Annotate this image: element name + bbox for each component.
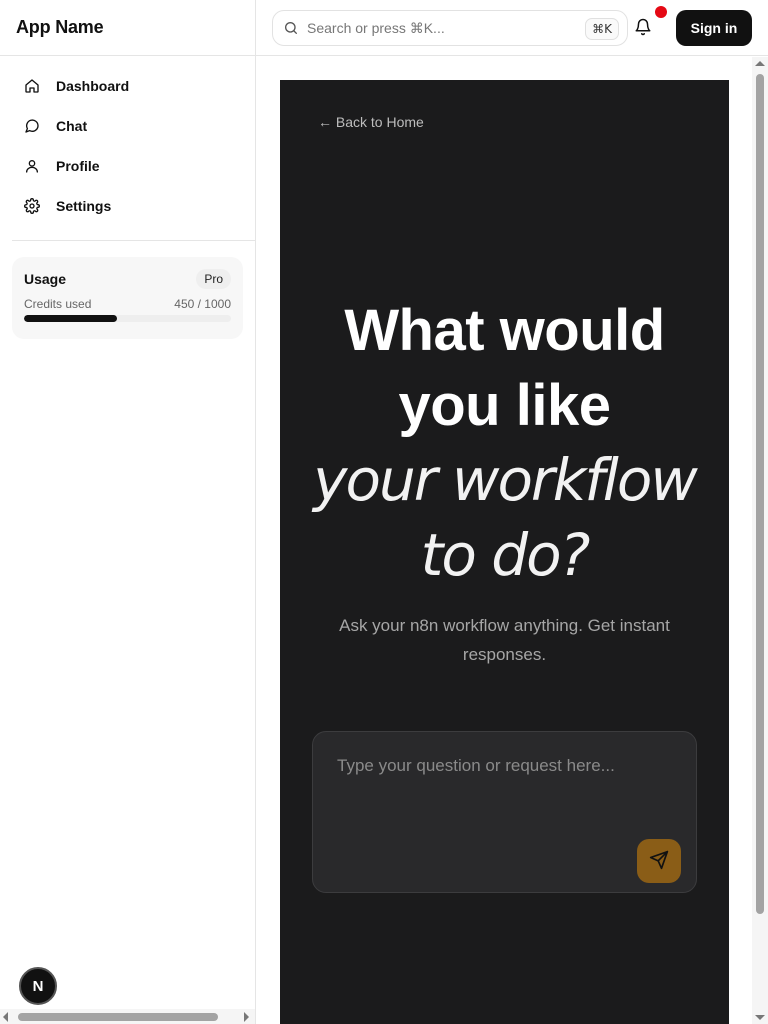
search-input[interactable]	[307, 20, 567, 36]
scroll-up-icon[interactable]	[755, 61, 765, 66]
subtitle: Ask your n8n workflow anything. Get inst…	[339, 616, 670, 664]
usage-card: Usage Pro Credits used 450 / 1000	[12, 257, 243, 339]
send-button[interactable]	[637, 839, 681, 883]
headline-line: What would	[344, 298, 665, 363]
scrollbar-thumb[interactable]	[756, 74, 764, 914]
usage-progress-bar	[24, 315, 231, 322]
headline-line: you like	[398, 373, 611, 438]
chat-input-box	[312, 731, 697, 893]
main-content: ← Back to Home What would you like your …	[256, 57, 768, 1024]
bell-icon[interactable]	[634, 18, 654, 38]
scrollbar-thumb[interactable]	[18, 1013, 218, 1021]
credits-value: 450 / 1000	[174, 297, 231, 311]
sidebar-item-label: Dashboard	[56, 78, 130, 94]
plan-badge: Pro	[196, 269, 231, 289]
sidebar-item-label: Settings	[56, 198, 112, 214]
avatar[interactable]: N	[19, 967, 57, 1005]
gear-icon	[24, 198, 40, 214]
sidebar: App Name Dashboard Chat Profile Settings…	[0, 0, 256, 1024]
send-icon	[649, 850, 669, 873]
hero-panel: ← Back to Home What would you like your …	[280, 80, 729, 1024]
question-input[interactable]	[337, 756, 667, 846]
app-name[interactable]: App Name	[16, 17, 104, 38]
sidebar-item-profile[interactable]: Profile	[12, 146, 243, 186]
sidebar-header: App Name	[0, 0, 255, 56]
back-to-home-link[interactable]: ← Back to Home	[318, 114, 424, 130]
usage-row: Credits used 450 / 1000	[24, 297, 231, 311]
scroll-right-icon[interactable]	[244, 1012, 249, 1022]
horizontal-scrollbar[interactable]	[0, 1009, 255, 1024]
top-bar: ⌘K Sign in	[256, 0, 768, 56]
search-box[interactable]: ⌘K	[272, 10, 628, 46]
usage-progress-fill	[24, 315, 118, 322]
home-icon	[24, 78, 40, 94]
headline-line-italic: to do?	[420, 521, 591, 589]
sidebar-item-chat[interactable]: Chat	[12, 106, 243, 146]
sidebar-divider	[12, 240, 256, 241]
scroll-down-icon[interactable]	[755, 1015, 765, 1020]
notification-dot	[655, 6, 667, 18]
chat-icon	[24, 118, 40, 134]
app-root: App Name Dashboard Chat Profile Settings…	[0, 0, 768, 1024]
search-icon	[283, 20, 299, 36]
sidebar-item-dashboard[interactable]: Dashboard	[12, 66, 243, 106]
vertical-scrollbar[interactable]	[752, 57, 768, 1024]
user-icon	[24, 158, 40, 174]
sidebar-item-label: Profile	[56, 158, 100, 174]
shortcut-badge: ⌘K	[585, 18, 619, 40]
headline-line-italic: your workflow	[313, 446, 698, 514]
sidebar-item-settings[interactable]: Settings	[12, 186, 243, 226]
sidebar-item-label: Chat	[56, 118, 88, 134]
sidebar-nav: Dashboard Chat Profile Settings	[0, 56, 255, 226]
sign-in-button[interactable]: Sign in	[676, 10, 752, 46]
credits-label: Credits used	[24, 297, 92, 311]
usage-title: Usage	[24, 271, 67, 287]
usage-header: Usage Pro	[24, 269, 231, 289]
headline: What would you like your workflow to do?	[280, 293, 729, 593]
scroll-left-icon[interactable]	[3, 1012, 8, 1022]
